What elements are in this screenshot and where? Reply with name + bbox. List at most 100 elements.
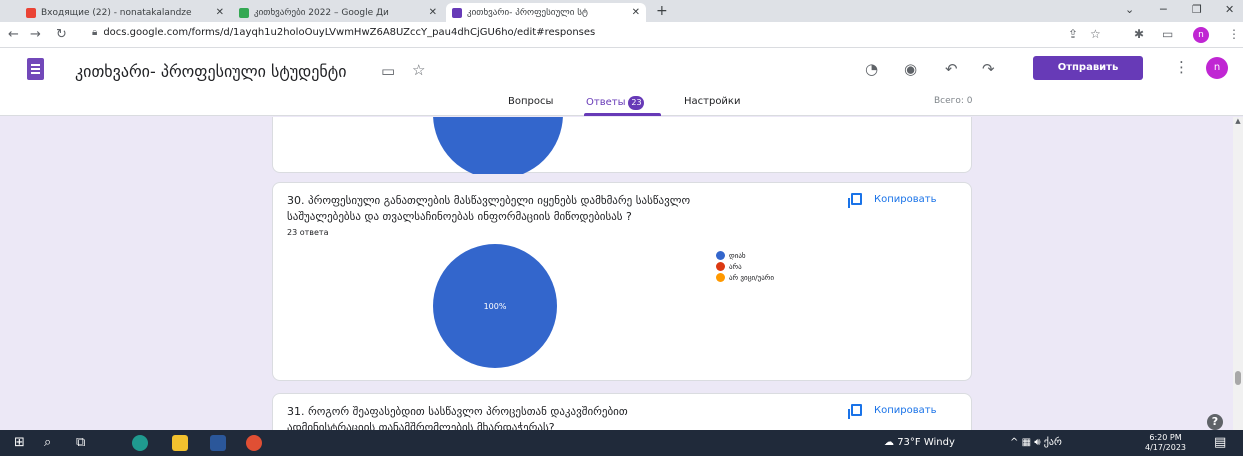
browser-tab-gmail[interactable]: Входящие (22) - nonatakalandze ✕: [20, 3, 230, 22]
browser-tab-form[interactable]: კითხვარი- პროფესიული სტ ✕: [446, 3, 646, 22]
word-icon[interactable]: [210, 435, 226, 451]
more-options-icon[interactable]: ⋮: [1174, 58, 1189, 76]
address-bar: ← → ↻ 🔒︎ docs.google.com/forms/d/1ayqh1u2…: [0, 22, 1243, 48]
question-title-line: ადმინისტრაციის თანამშრომლების მხარდაჭერა…: [287, 421, 555, 430]
language-indicator[interactable]: ქარ: [1044, 437, 1062, 448]
question-title-line: 31. როგორ შეაფასებდით სასწავლო პროცესთან…: [287, 405, 628, 418]
close-tab-icon[interactable]: ✕: [632, 7, 640, 18]
copy-chart-button[interactable]: Копировать: [848, 404, 936, 419]
responses-content[interactable]: 30. პროფესიული განათლების მასწავლებელი ი…: [0, 117, 1243, 430]
task-view-icon[interactable]: ⧉: [76, 435, 85, 450]
star-icon[interactable]: ☆: [412, 61, 425, 79]
scroll-up-icon[interactable]: ▲: [1233, 117, 1243, 125]
tab-settings[interactable]: Настройки: [684, 96, 740, 107]
star-icon[interactable]: ☆: [1090, 27, 1101, 41]
pie-slice-label: 100%: [484, 302, 507, 311]
palette-icon[interactable]: ◔: [865, 60, 878, 78]
page-scrollbar[interactable]: ▲: [1233, 117, 1243, 430]
active-tab-indicator: [584, 113, 661, 116]
search-icon[interactable]: ⌕: [44, 435, 51, 450]
form-tabs: Вопросы Ответы 23 Настройки Всего: 0: [0, 92, 1243, 116]
weather-icon: ☁︎: [884, 437, 898, 448]
lock-icon: 🔒︎: [92, 27, 98, 38]
undo-icon[interactable]: ↶: [945, 60, 958, 78]
tab-title: კითხვარი- პროფესიული სტ: [467, 7, 588, 18]
tab-title: Входящие (22) - nonatakalandze: [41, 7, 192, 18]
scrollbar-thumb[interactable]: [1235, 371, 1241, 385]
tab-responses[interactable]: Ответы 23: [586, 96, 645, 110]
pie-chart-previous: [433, 117, 563, 174]
chevron-down-icon[interactable]: ⌄: [1125, 3, 1134, 16]
chevron-up-icon[interactable]: ^: [1010, 437, 1022, 448]
preview-eye-icon[interactable]: ◉: [904, 60, 917, 78]
tab-questions[interactable]: Вопросы: [508, 96, 553, 107]
response-card-29: [272, 117, 972, 174]
forms-icon: [452, 7, 462, 18]
clock-date: 4/17/2023: [1145, 443, 1187, 452]
question-title: 31. როგორ შეაფასებდით სასწავლო პროცესთან…: [287, 404, 628, 430]
minimize-icon[interactable]: ─: [1160, 3, 1167, 16]
reload-icon[interactable]: ↻: [56, 27, 67, 42]
legend-label: დიახ: [729, 251, 746, 260]
drive-icon: [239, 7, 249, 18]
response-card-31: 31. როგორ შეაფასებდით სასწავლო პროცესთან…: [272, 393, 972, 430]
send-button[interactable]: Отправить: [1033, 56, 1143, 80]
legend-label: არ ვიცი/უარი: [729, 273, 774, 282]
extensions-icon[interactable]: ✱: [1134, 27, 1144, 41]
copy-chart-button[interactable]: Копировать: [848, 193, 937, 208]
share-icon[interactable]: ⇪: [1068, 27, 1078, 41]
back-icon[interactable]: ←: [8, 27, 19, 42]
new-tab-button[interactable]: +: [656, 3, 668, 19]
profile-avatar-small[interactable]: n: [1193, 27, 1209, 43]
redo-icon[interactable]: ↷: [982, 60, 995, 78]
windows-start-icon[interactable]: ⊞: [14, 435, 25, 450]
system-tray[interactable]: ^ ▦ 🔊︎ ქარ: [1010, 437, 1062, 448]
edge-icon[interactable]: [132, 435, 148, 451]
legend-item: არა: [716, 261, 774, 272]
clock[interactable]: 6:20 PM 4/17/2023: [1145, 433, 1186, 453]
pie-chart: 100%: [433, 244, 557, 368]
copy-icon: [848, 193, 862, 208]
forward-icon[interactable]: →: [30, 27, 41, 42]
legend-dot: [716, 262, 725, 271]
legend-dot: [716, 273, 725, 282]
question-title: 30. პროფესიული განათლების მასწავლებელი ი…: [287, 193, 690, 225]
form-title[interactable]: კითხვარი- პროფესიული სტუდენტი: [75, 62, 347, 81]
pie-slice-previous: [433, 117, 563, 174]
profile-avatar[interactable]: n: [1206, 57, 1228, 79]
network-icon[interactable]: ▦: [1022, 437, 1035, 448]
weather-text: 73°F Windy: [897, 437, 955, 448]
clock-time: 6:20 PM: [1149, 433, 1182, 442]
copy-label: Копировать: [874, 193, 937, 205]
chart-legend: დიახ არა არ ვიცი/უარი: [716, 250, 774, 283]
help-icon[interactable]: ?: [1207, 414, 1223, 430]
close-tab-icon[interactable]: ✕: [216, 7, 224, 18]
notifications-icon[interactable]: ▤: [1214, 435, 1226, 450]
gmail-icon: [26, 7, 36, 18]
weather-widget[interactable]: ☁︎ 73°F Windy: [884, 437, 955, 448]
volume-icon[interactable]: 🔊︎: [1034, 437, 1043, 448]
question-title-line: 30. პროფესიული განათლების მასწავლებელი ი…: [287, 194, 691, 207]
browser-menu-icon[interactable]: ⋮: [1228, 27, 1240, 41]
total-score: Всего: 0: [934, 96, 973, 106]
chrome-icon[interactable]: [246, 435, 262, 451]
responses-count-badge: 23: [628, 96, 645, 110]
response-count: 23 ответа: [287, 228, 329, 237]
response-card-30: 30. პროფესიული განათლების მასწავლებელი ი…: [272, 182, 972, 381]
tab-title: კითხვარები 2022 – Google Ди: [254, 7, 389, 18]
close-tab-icon[interactable]: ✕: [429, 7, 437, 18]
folder-icon[interactable]: ▭: [381, 62, 395, 80]
side-panel-icon[interactable]: ▭: [1162, 27, 1173, 41]
taskbar: ⊞ ⌕ ⧉ ☁︎ 73°F Windy ^ ▦ 🔊︎ ქარ 6:20 PM 4…: [0, 430, 1243, 456]
legend-item: არ ვიცი/უარი: [716, 272, 774, 283]
browser-tab-drive[interactable]: კითხვარები 2022 – Google Ди ✕: [233, 3, 443, 22]
close-window-icon[interactable]: ✕: [1225, 3, 1234, 16]
browser-tab-strip: Входящие (22) - nonatakalandze ✕ კითხვარ…: [0, 0, 1243, 22]
question-title-line: საშუალებებსა და თვალსაჩინოებას ინფორმაცი…: [287, 210, 632, 223]
file-explorer-icon[interactable]: [172, 435, 188, 451]
maximize-icon[interactable]: ❐: [1192, 3, 1202, 16]
tab-responses-label: Ответы: [586, 97, 626, 108]
forms-logo-icon[interactable]: [27, 58, 44, 80]
url-field[interactable]: 🔒︎ docs.google.com/forms/d/1ayqh1u2holoOu…: [92, 27, 595, 38]
legend-item: დიახ: [716, 250, 774, 261]
